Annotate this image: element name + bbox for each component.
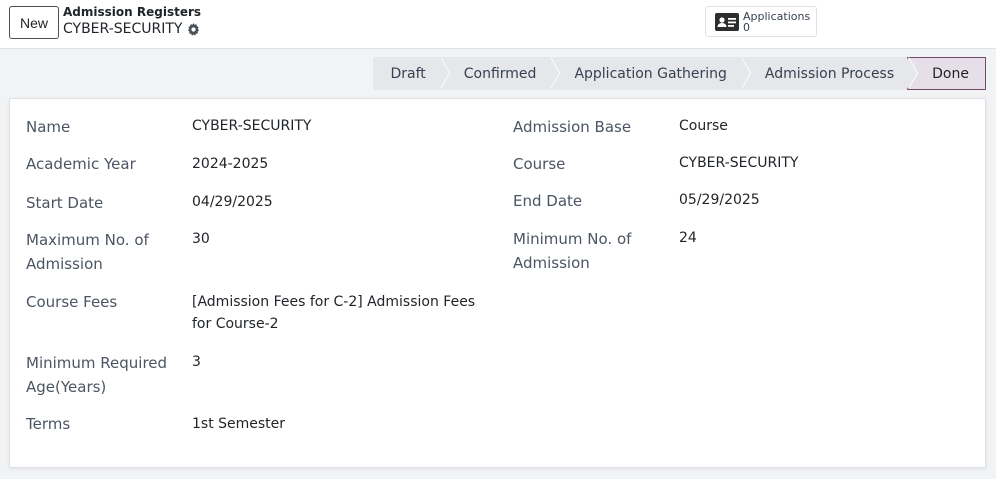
- min-age-label-line2: Age(Years): [26, 378, 107, 396]
- record-name: CYBER-SECURITY: [63, 21, 183, 37]
- terms-value[interactable]: 1st Semester: [192, 413, 285, 435]
- start-date-value[interactable]: 04/29/2025: [192, 191, 273, 213]
- start-date-label: Start Date: [26, 194, 104, 212]
- stage-draft[interactable]: Draft: [373, 57, 451, 90]
- end-date-value[interactable]: 05/29/2025: [679, 189, 760, 211]
- end-date-label: End Date: [513, 192, 583, 210]
- applications-smart-button[interactable]: Applications 0: [705, 6, 817, 37]
- breadcrumb-parent-link[interactable]: Admission Registers: [63, 5, 201, 19]
- record-title: CYBER-SECURITY: [63, 21, 200, 37]
- min-admission-value[interactable]: 24: [679, 227, 697, 249]
- stage-confirmed[interactable]: Confirmed: [439, 57, 561, 90]
- terms-label: Terms: [26, 415, 71, 433]
- status-bar: Draft Confirmed Application Gathering Ad…: [373, 57, 986, 90]
- name-value[interactable]: CYBER-SECURITY: [192, 115, 311, 137]
- course-fees-value-line1[interactable]: [Admission Fees for C-2] Admission Fees: [192, 291, 475, 313]
- course-label: Course: [513, 155, 566, 173]
- max-admission-label-line2: Admission: [26, 255, 103, 273]
- form-sheet: Name CYBER-SECURITY Academic Year 2024-2…: [9, 98, 986, 468]
- name-label: Name: [26, 118, 71, 136]
- stage-done-label: Done: [932, 65, 969, 82]
- smart-button-label: Applications: [743, 9, 811, 23]
- course-value[interactable]: CYBER-SECURITY: [679, 152, 798, 174]
- gear-icon[interactable]: [187, 22, 200, 36]
- academic-year-label: Academic Year: [26, 155, 136, 173]
- min-admission-label-line2: Admission: [513, 254, 590, 272]
- min-age-value[interactable]: 3: [192, 351, 201, 373]
- new-button[interactable]: New: [9, 6, 59, 39]
- min-age-label-line1: Minimum Required: [26, 354, 168, 372]
- max-admission-value[interactable]: 30: [192, 228, 210, 250]
- control-panel: New Admission Registers CYBER-SECURITY A…: [0, 0, 996, 49]
- stage-done[interactable]: Done: [907, 57, 986, 90]
- admission-base-value[interactable]: Course: [679, 115, 728, 137]
- smart-button-count: 0: [743, 20, 750, 34]
- course-fees-value-line2[interactable]: for Course-2: [192, 313, 279, 335]
- min-admission-label-line1: Minimum No. of: [513, 230, 632, 248]
- admission-base-label: Admission Base: [513, 118, 632, 136]
- course-fees-label: Course Fees: [26, 293, 118, 311]
- academic-year-value[interactable]: 2024-2025: [192, 153, 268, 175]
- stage-application-gathering[interactable]: Application Gathering: [550, 57, 752, 90]
- stage-admission-process[interactable]: Admission Process: [740, 57, 919, 90]
- max-admission-label-line1: Maximum No. of: [26, 231, 149, 249]
- id-card-icon: [715, 12, 739, 31]
